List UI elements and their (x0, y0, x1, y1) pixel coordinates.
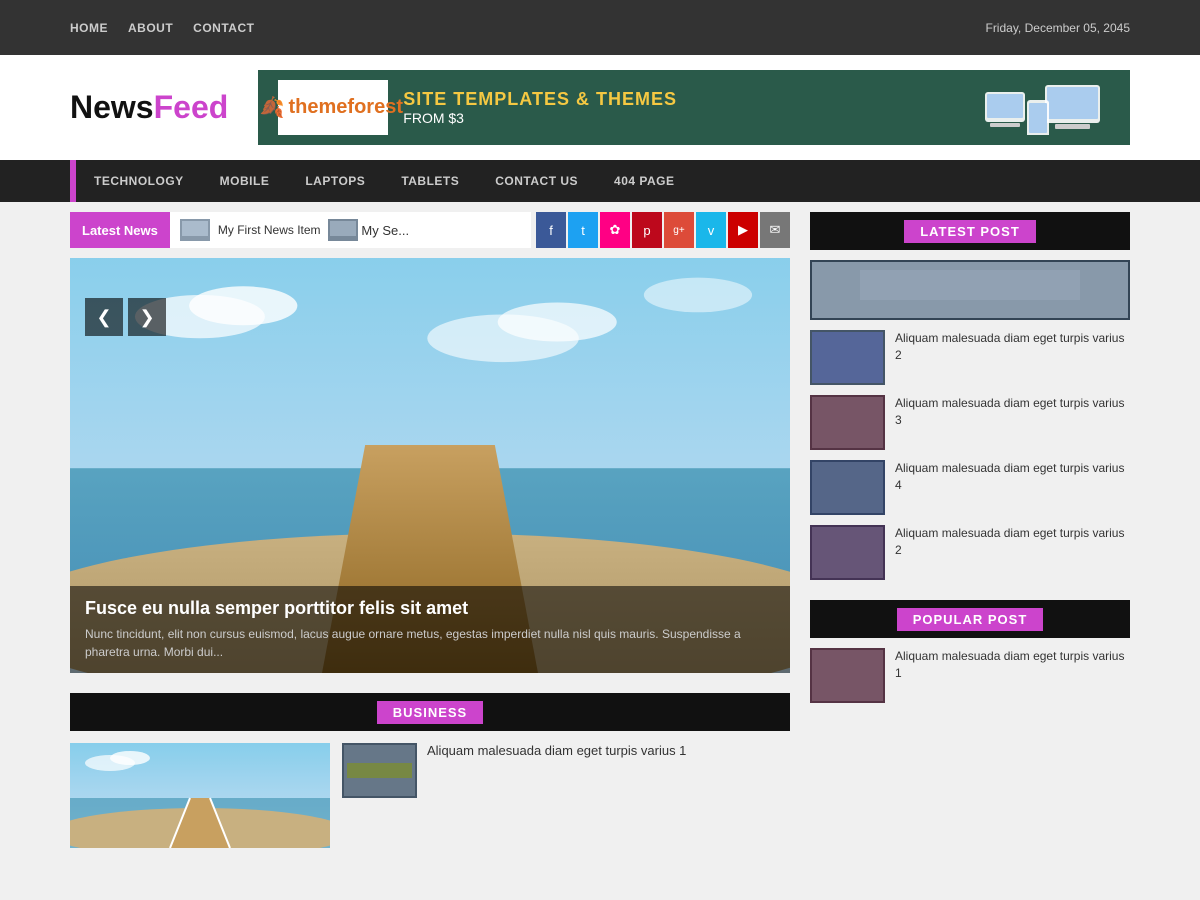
facebook-icon[interactable]: f (536, 212, 566, 248)
ticker-text2: My Se... (361, 223, 409, 238)
sidebar-item-2: Aliquam malesuada diam eget turpis variu… (810, 395, 1130, 450)
content-area: Latest News My First News Item My Se... … (70, 212, 790, 848)
featured-top-thumbnail (810, 260, 1130, 320)
ticker-thumb2 (328, 219, 358, 241)
banner-ad[interactable]: 🍂 themeforest SITE TEMPLATES & THEMES FR… (258, 70, 1130, 145)
ticker-text: My First News Item (218, 223, 321, 237)
business-main-image (70, 743, 330, 848)
ticker-thumbnail (180, 219, 210, 241)
popular-post-section: POPULAR POST Aliquam malesuada diam eget… (810, 600, 1130, 703)
banner-logo-icon: 🍂 (260, 95, 285, 120)
logo-news: News (70, 89, 154, 125)
banner-line2: FROM $3 (403, 110, 965, 126)
business-text: Aliquam malesuada diam eget turpis variu… (427, 743, 686, 758)
topbar: HOME ABOUT CONTACT Friday, December 05, … (0, 0, 1200, 55)
latest-post-header: LATEST POST (810, 212, 1130, 250)
social-icons: f t ✿ p g+ v ▶ ✉ (536, 212, 790, 248)
business-thumb (342, 743, 417, 798)
header: NewsFeed 🍂 themeforest SITE TEMPLATES & … (0, 55, 1200, 160)
business-item: Aliquam malesuada diam eget turpis variu… (342, 743, 686, 848)
popular-thumb-1 (810, 648, 885, 703)
banner-text: SITE TEMPLATES & THEMES FROM $3 (403, 89, 965, 126)
catnav-tablets[interactable]: TABLETS (383, 160, 477, 202)
main-content: Latest News My First News Item My Se... … (0, 202, 1200, 858)
sidebar-item-text-1: Aliquam malesuada diam eget turpis variu… (895, 330, 1130, 364)
sidebar-thumb-3 (810, 460, 885, 515)
banner-logo-text: themeforest (289, 96, 403, 119)
sidebar-item-text-3: Aliquam malesuada diam eget turpis variu… (895, 460, 1130, 494)
topbar-date: Friday, December 05, 2045 (985, 21, 1130, 35)
sidebar-thumb-4 (810, 525, 885, 580)
sidebar-item-1: Aliquam malesuada diam eget turpis variu… (810, 330, 1130, 385)
logo: NewsFeed (70, 89, 228, 126)
youtube-icon[interactable]: ▶ (728, 212, 758, 248)
nav-about[interactable]: ABOUT (128, 21, 173, 35)
business-section-header: BUSINESS (70, 693, 790, 731)
slider-prev-button[interactable]: ❮ (85, 298, 123, 336)
sidebar-item-text-2: Aliquam malesuada diam eget turpis variu… (895, 395, 1130, 429)
category-nav: TECHNOLOGY MOBILE LAPTOPS TABLETS CONTAC… (0, 160, 1200, 202)
sidebar-item-3: Aliquam malesuada diam eget turpis variu… (810, 460, 1130, 515)
googleplus-icon[interactable]: g+ (664, 212, 694, 248)
banner-devices (980, 80, 1110, 135)
latest-news-bar: Latest News My First News Item My Se... … (70, 212, 790, 248)
flickr-icon[interactable]: ✿ (600, 212, 630, 248)
sidebar-item-4: Aliquam malesuada diam eget turpis variu… (810, 525, 1130, 580)
twitter-icon[interactable]: t (568, 212, 598, 248)
latest-post-label: LATEST POST (904, 220, 1036, 243)
featured-slider: ❮ ❯ Fusce eu nulla semper porttitor feli… (70, 258, 790, 673)
latest-news-label: Latest News (70, 212, 170, 248)
nav-contact[interactable]: CONTACT (193, 21, 254, 35)
popular-item-1: Aliquam malesuada diam eget turpis variu… (810, 648, 1130, 703)
slider-excerpt: Nunc tincidunt, elit non cursus euismod,… (85, 625, 775, 661)
sidebar-thumb-1 (810, 330, 885, 385)
vimeo-icon[interactable]: v (696, 212, 726, 248)
slider-caption: Fusce eu nulla semper porttitor felis si… (70, 586, 790, 673)
catnav-links: TECHNOLOGY MOBILE LAPTOPS TABLETS CONTAC… (76, 160, 693, 202)
catnav-technology[interactable]: TECHNOLOGY (76, 160, 202, 202)
catnav-contact-us[interactable]: CONTACT US (477, 160, 596, 202)
slider-title: Fusce eu nulla semper porttitor felis si… (85, 598, 775, 619)
pinterest-icon[interactable]: p (632, 212, 662, 248)
sidebar-item-text-4: Aliquam malesuada diam eget turpis variu… (895, 525, 1130, 559)
popular-post-header: POPULAR POST (810, 600, 1130, 638)
business-label: BUSINESS (377, 701, 483, 724)
latest-post-section: LATEST POST Aliquam malesuada di (810, 212, 1130, 580)
banner-line1: SITE TEMPLATES & THEMES (403, 89, 965, 110)
nav-home[interactable]: HOME (70, 21, 108, 35)
logo-feed: Feed (154, 89, 229, 125)
popular-post-label: POPULAR POST (897, 608, 1044, 631)
email-icon[interactable]: ✉ (760, 212, 790, 248)
slider-next-button[interactable]: ❯ (128, 298, 166, 336)
ticker-area: My First News Item My Se... (170, 212, 531, 248)
catnav-mobile[interactable]: MOBILE (202, 160, 288, 202)
business-grid: Aliquam malesuada diam eget turpis variu… (70, 743, 790, 848)
sidebar-thumb-2 (810, 395, 885, 450)
popular-item-text-1: Aliquam malesuada diam eget turpis variu… (895, 648, 1130, 682)
catnav-404[interactable]: 404 PAGE (596, 160, 692, 202)
banner-logo: 🍂 themeforest (278, 80, 388, 135)
topbar-nav: HOME ABOUT CONTACT (70, 21, 254, 35)
catnav-laptops[interactable]: LAPTOPS (287, 160, 383, 202)
sidebar: LATEST POST Aliquam malesuada di (810, 212, 1130, 848)
